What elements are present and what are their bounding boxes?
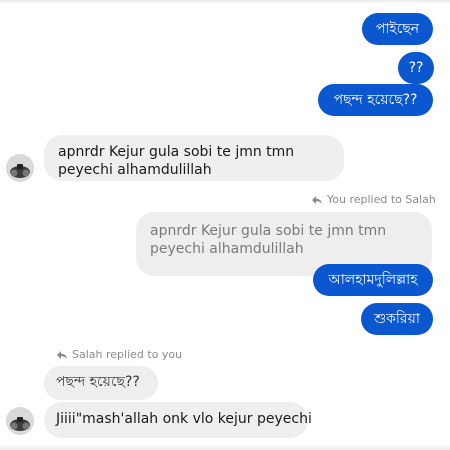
contact-avatar[interactable] xyxy=(6,407,34,435)
reply-indicator: Salah replied to you xyxy=(56,348,182,361)
outgoing-message[interactable]: শুকরিয়া xyxy=(361,303,433,335)
contact-avatar[interactable] xyxy=(6,154,34,182)
avatar-image-icon xyxy=(6,154,34,182)
outgoing-message[interactable]: ?? xyxy=(398,52,434,84)
reply-indicator: You replied to Salah xyxy=(311,193,436,206)
reply-indicator-text: You replied to Salah xyxy=(327,193,436,206)
outgoing-message[interactable]: পাইছেন xyxy=(362,13,433,45)
incoming-message[interactable]: apnrdr Kejur gula sobi te jmn tmn peyech… xyxy=(44,135,344,181)
avatar-image-icon xyxy=(6,407,34,435)
message-text: পাইছেন xyxy=(375,21,420,37)
chat-thread: পাইছেন ?? পছন্দ হয়েছে?? apnrdr Kejur gu… xyxy=(0,0,450,450)
bottom-divider xyxy=(0,444,450,450)
top-divider xyxy=(0,0,450,4)
outgoing-message[interactable]: পছন্দ হয়েছে?? xyxy=(318,84,433,116)
reply-arrow-icon xyxy=(312,195,322,204)
message-text: পছন্দ হয়েছে?? xyxy=(333,92,418,108)
quoted-message-text: পছন্দ হয়েছে?? xyxy=(56,374,140,390)
message-text: apnrdr Kejur gula sobi te jmn tmn peyech… xyxy=(58,144,295,178)
message-text: শুকরিয়া xyxy=(374,311,420,327)
message-text: আলহামদুলিল্লাহ xyxy=(328,272,418,288)
message-text: Jiiii"mash'allah onk vlo kejur peyechi xyxy=(56,411,312,427)
outgoing-message[interactable]: আলহামদুলিল্লাহ xyxy=(313,264,433,296)
reply-arrow-icon xyxy=(57,350,67,359)
quoted-message[interactable]: পছন্দ হয়েছে?? xyxy=(44,366,158,400)
incoming-message[interactable]: Jiiii"mash'allah onk vlo kejur peyechi xyxy=(44,402,312,438)
quoted-message-text: apnrdr Kejur gula sobi te jmn tmn peyech… xyxy=(150,223,387,257)
message-text: ?? xyxy=(408,60,424,76)
reply-indicator-text: Salah replied to you xyxy=(72,348,183,361)
